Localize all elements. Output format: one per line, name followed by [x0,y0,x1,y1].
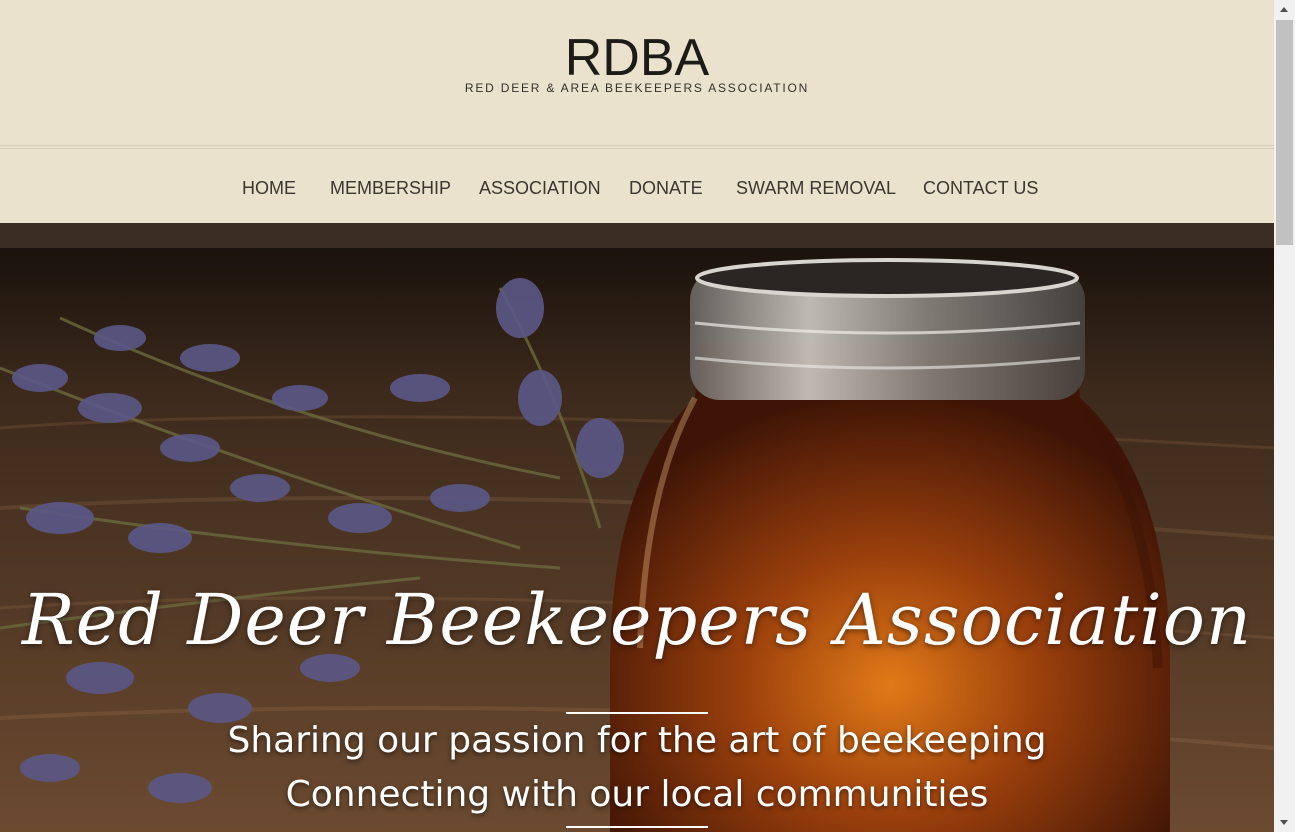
site-logo[interactable]: RDBA [0,28,1274,88]
nav-item-donate[interactable]: DONATE [629,176,703,200]
nav-item-home[interactable]: HOME [242,176,296,200]
header-divider [0,145,1274,146]
scroll-down-button[interactable] [1274,812,1295,832]
hero-tagline-2: Connecting with our local communities [285,774,989,815]
scrollbar-thumb[interactable] [1276,20,1293,245]
site-tagline: RED DEER & AREA BEEKEEPERS ASSOCIATION [464,81,810,95]
nav-item-membership[interactable]: MEMBERSHIP [330,176,451,200]
nav-item-swarm-removal[interactable]: SWARM REMOVAL [736,176,896,200]
hero-title: Red Deer Beekeepers Association [22,579,1252,661]
main-navigation: HOME MEMBERSHIP ASSOCIATION DONATE SWARM… [0,149,1274,223]
vertical-scrollbar[interactable] [1274,0,1295,832]
nav-item-contact-us[interactable]: CONTACT US [923,176,1038,200]
nav-list: HOME MEMBERSHIP ASSOCIATION DONATE SWARM… [0,176,1274,200]
arrow-down-icon [1280,820,1288,825]
site-header: RDBA RED DEER & AREA BEEKEEPERS ASSOCIAT… [0,0,1274,145]
hero-banner: Red Deer Beekeepers Association Sharing … [0,248,1274,832]
hero-divider-bottom [566,826,708,828]
page: RDBA RED DEER & AREA BEEKEEPERS ASSOCIAT… [0,0,1274,832]
hero-divider-top [566,712,708,714]
nav-item-association[interactable]: ASSOCIATION [479,176,601,200]
hero-tagline-1: Sharing our passion for the art of beeke… [227,720,1047,761]
arrow-up-icon [1280,7,1288,12]
header-band [0,223,1274,248]
scroll-up-button[interactable] [1274,0,1295,20]
